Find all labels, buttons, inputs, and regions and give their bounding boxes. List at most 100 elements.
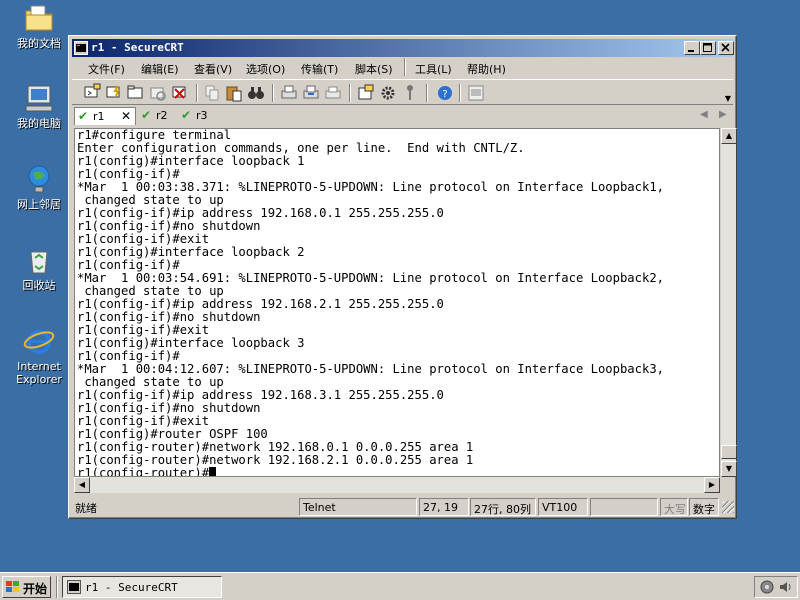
printer-setup-icon	[325, 86, 341, 99]
connected-check-icon: ✔	[78, 109, 89, 123]
copy-button[interactable]	[202, 83, 222, 103]
maximize-icon	[703, 43, 712, 52]
status-cursor-position: 27, 19	[419, 498, 469, 516]
tab-r2[interactable]: ✔ r2	[138, 107, 172, 125]
status-ready: 就绪	[75, 502, 97, 515]
reconnect-button[interactable]	[148, 83, 168, 103]
window-title: r1 - SecureCRT	[91, 41, 184, 54]
scroll-left-button[interactable]: ◀	[74, 477, 90, 493]
paste-icon	[226, 86, 242, 102]
gear-icon	[381, 86, 395, 100]
menu-tools[interactable]: 工具(L)	[415, 61, 452, 77]
desktop-icon-my-computer[interactable]: 我的电脑	[4, 82, 74, 130]
volume-icon[interactable]	[778, 579, 794, 595]
maximize-button[interactable]	[700, 41, 716, 55]
terminal-line: r1(config-router)#	[77, 467, 664, 476]
taskbar-item-label: r1 - SecureCRT	[85, 581, 178, 594]
svg-text:?: ?	[442, 89, 447, 100]
desktop-icon-internet-explorer[interactable]: Internet Explorer	[4, 325, 74, 386]
tab-label: r3	[196, 109, 208, 122]
desktop-icon-recycle-bin[interactable]: 回收站	[4, 244, 74, 292]
securecrt-app-icon	[74, 41, 88, 55]
quick-connect-button[interactable]	[104, 83, 124, 103]
tab-r3[interactable]: ✔ r3	[178, 107, 212, 125]
vertical-scrollbar[interactable]: ▲ ▼	[720, 128, 737, 477]
session-options-button[interactable]	[356, 83, 376, 103]
reconnect-icon	[150, 87, 166, 101]
minimize-icon	[688, 50, 694, 52]
connect-button[interactable]	[82, 83, 102, 103]
minimize-button[interactable]	[684, 41, 700, 55]
close-button[interactable]	[718, 41, 734, 55]
resize-grip-icon[interactable]	[722, 501, 734, 513]
status-rows-cols: 27行, 80列	[470, 498, 536, 516]
connect-in-tab-button[interactable]	[126, 83, 146, 103]
tab-scroll-left-icon[interactable]: ◀	[700, 109, 708, 120]
status-numlock: 数字	[689, 498, 719, 516]
desktop-icon-my-documents[interactable]: 我的文档	[4, 2, 74, 50]
tab-r1[interactable]: ✔ r1 ✕	[74, 107, 136, 125]
keymap-button[interactable]	[400, 83, 420, 103]
copy-icon	[205, 85, 219, 101]
scroll-up-button[interactable]: ▲	[721, 128, 737, 144]
toolbar-separator	[272, 84, 274, 102]
desktop-icon-label: 回收站	[22, 279, 56, 292]
scroll-down-button[interactable]: ▼	[721, 461, 737, 477]
desktop-icon-network[interactable]: 网上邻居	[4, 163, 74, 211]
menu-help[interactable]: 帮助(H)	[467, 61, 506, 77]
start-button[interactable]: 开始	[2, 576, 51, 598]
terminal-output: r1#configure terminal Enter configuration…	[77, 129, 664, 476]
scroll-thumb[interactable]	[721, 445, 737, 459]
desktop-icon-label: 我的电脑	[17, 117, 61, 130]
start-label: 开始	[23, 582, 48, 596]
menu-options[interactable]: 选项(O)	[246, 61, 285, 77]
paste-button[interactable]	[224, 83, 244, 103]
toolbar-separator	[196, 84, 198, 102]
log-button[interactable]	[466, 83, 486, 103]
folder-icon	[25, 5, 53, 31]
tab-scroll-right-icon[interactable]: ▶	[719, 109, 727, 120]
disconnect-button[interactable]	[170, 83, 190, 103]
terminal-cursor	[209, 467, 217, 476]
key-icon	[407, 85, 413, 100]
taskbar-item-securecrt[interactable]: r1 - SecureCRT	[62, 576, 222, 598]
tab-close-icon[interactable]: ✕	[121, 109, 131, 123]
toolbar-separator	[349, 84, 351, 102]
connected-check-icon: ✔	[141, 108, 152, 122]
quick-connect-icon	[106, 85, 120, 98]
connect-tab-icon	[127, 85, 143, 99]
securecrt-window: r1 - SecureCRT 文件(F) 编辑(E) 查看(V) 选项(O) 传…	[68, 35, 737, 519]
find-button[interactable]	[246, 83, 266, 103]
print-selection-icon	[303, 85, 319, 99]
print-button[interactable]	[279, 83, 299, 103]
terminal-area[interactable]: r1#configure terminal Enter configuration…	[74, 128, 720, 477]
desktop-icon-label: Internet Explorer	[16, 360, 62, 386]
network-status-icon[interactable]	[759, 579, 775, 595]
menu-edit[interactable]: 编辑(E)	[141, 61, 179, 77]
log-icon	[468, 85, 484, 101]
menu-file[interactable]: 文件(F)	[88, 61, 125, 77]
print-selection-button[interactable]	[301, 83, 321, 103]
horizontal-scrollbar[interactable]: ◀ ▶	[74, 477, 720, 493]
help-button[interactable]: ?	[435, 83, 455, 103]
scroll-right-button[interactable]: ▶	[704, 477, 720, 493]
tab-label: r1	[93, 110, 105, 123]
menu-transfer[interactable]: 传输(T)	[301, 61, 338, 77]
menu-script[interactable]: 脚本(S)	[355, 61, 393, 77]
print-icon	[281, 85, 297, 99]
status-blank	[590, 498, 658, 516]
menu-view[interactable]: 查看(V)	[194, 61, 232, 77]
session-tabs: ✔ r1 ✕ ✔ r2 ✔ r3 ◀ ▶	[72, 106, 733, 126]
print-setup-button[interactable]	[323, 83, 343, 103]
session-options-icon	[358, 84, 374, 100]
recycle-bin-icon	[30, 251, 48, 274]
computer-icon	[25, 85, 53, 112]
desktop-icon-label: 我的文档	[17, 37, 61, 50]
connected-check-icon: ✔	[181, 108, 192, 122]
toolbar-overflow-chevron-icon[interactable]: ▼	[725, 94, 731, 103]
title-bar[interactable]: r1 - SecureCRT	[72, 39, 734, 57]
status-protocol: Telnet	[299, 498, 417, 516]
tab-label: r2	[156, 109, 168, 122]
network-icon	[28, 165, 50, 193]
global-options-button[interactable]	[378, 83, 398, 103]
